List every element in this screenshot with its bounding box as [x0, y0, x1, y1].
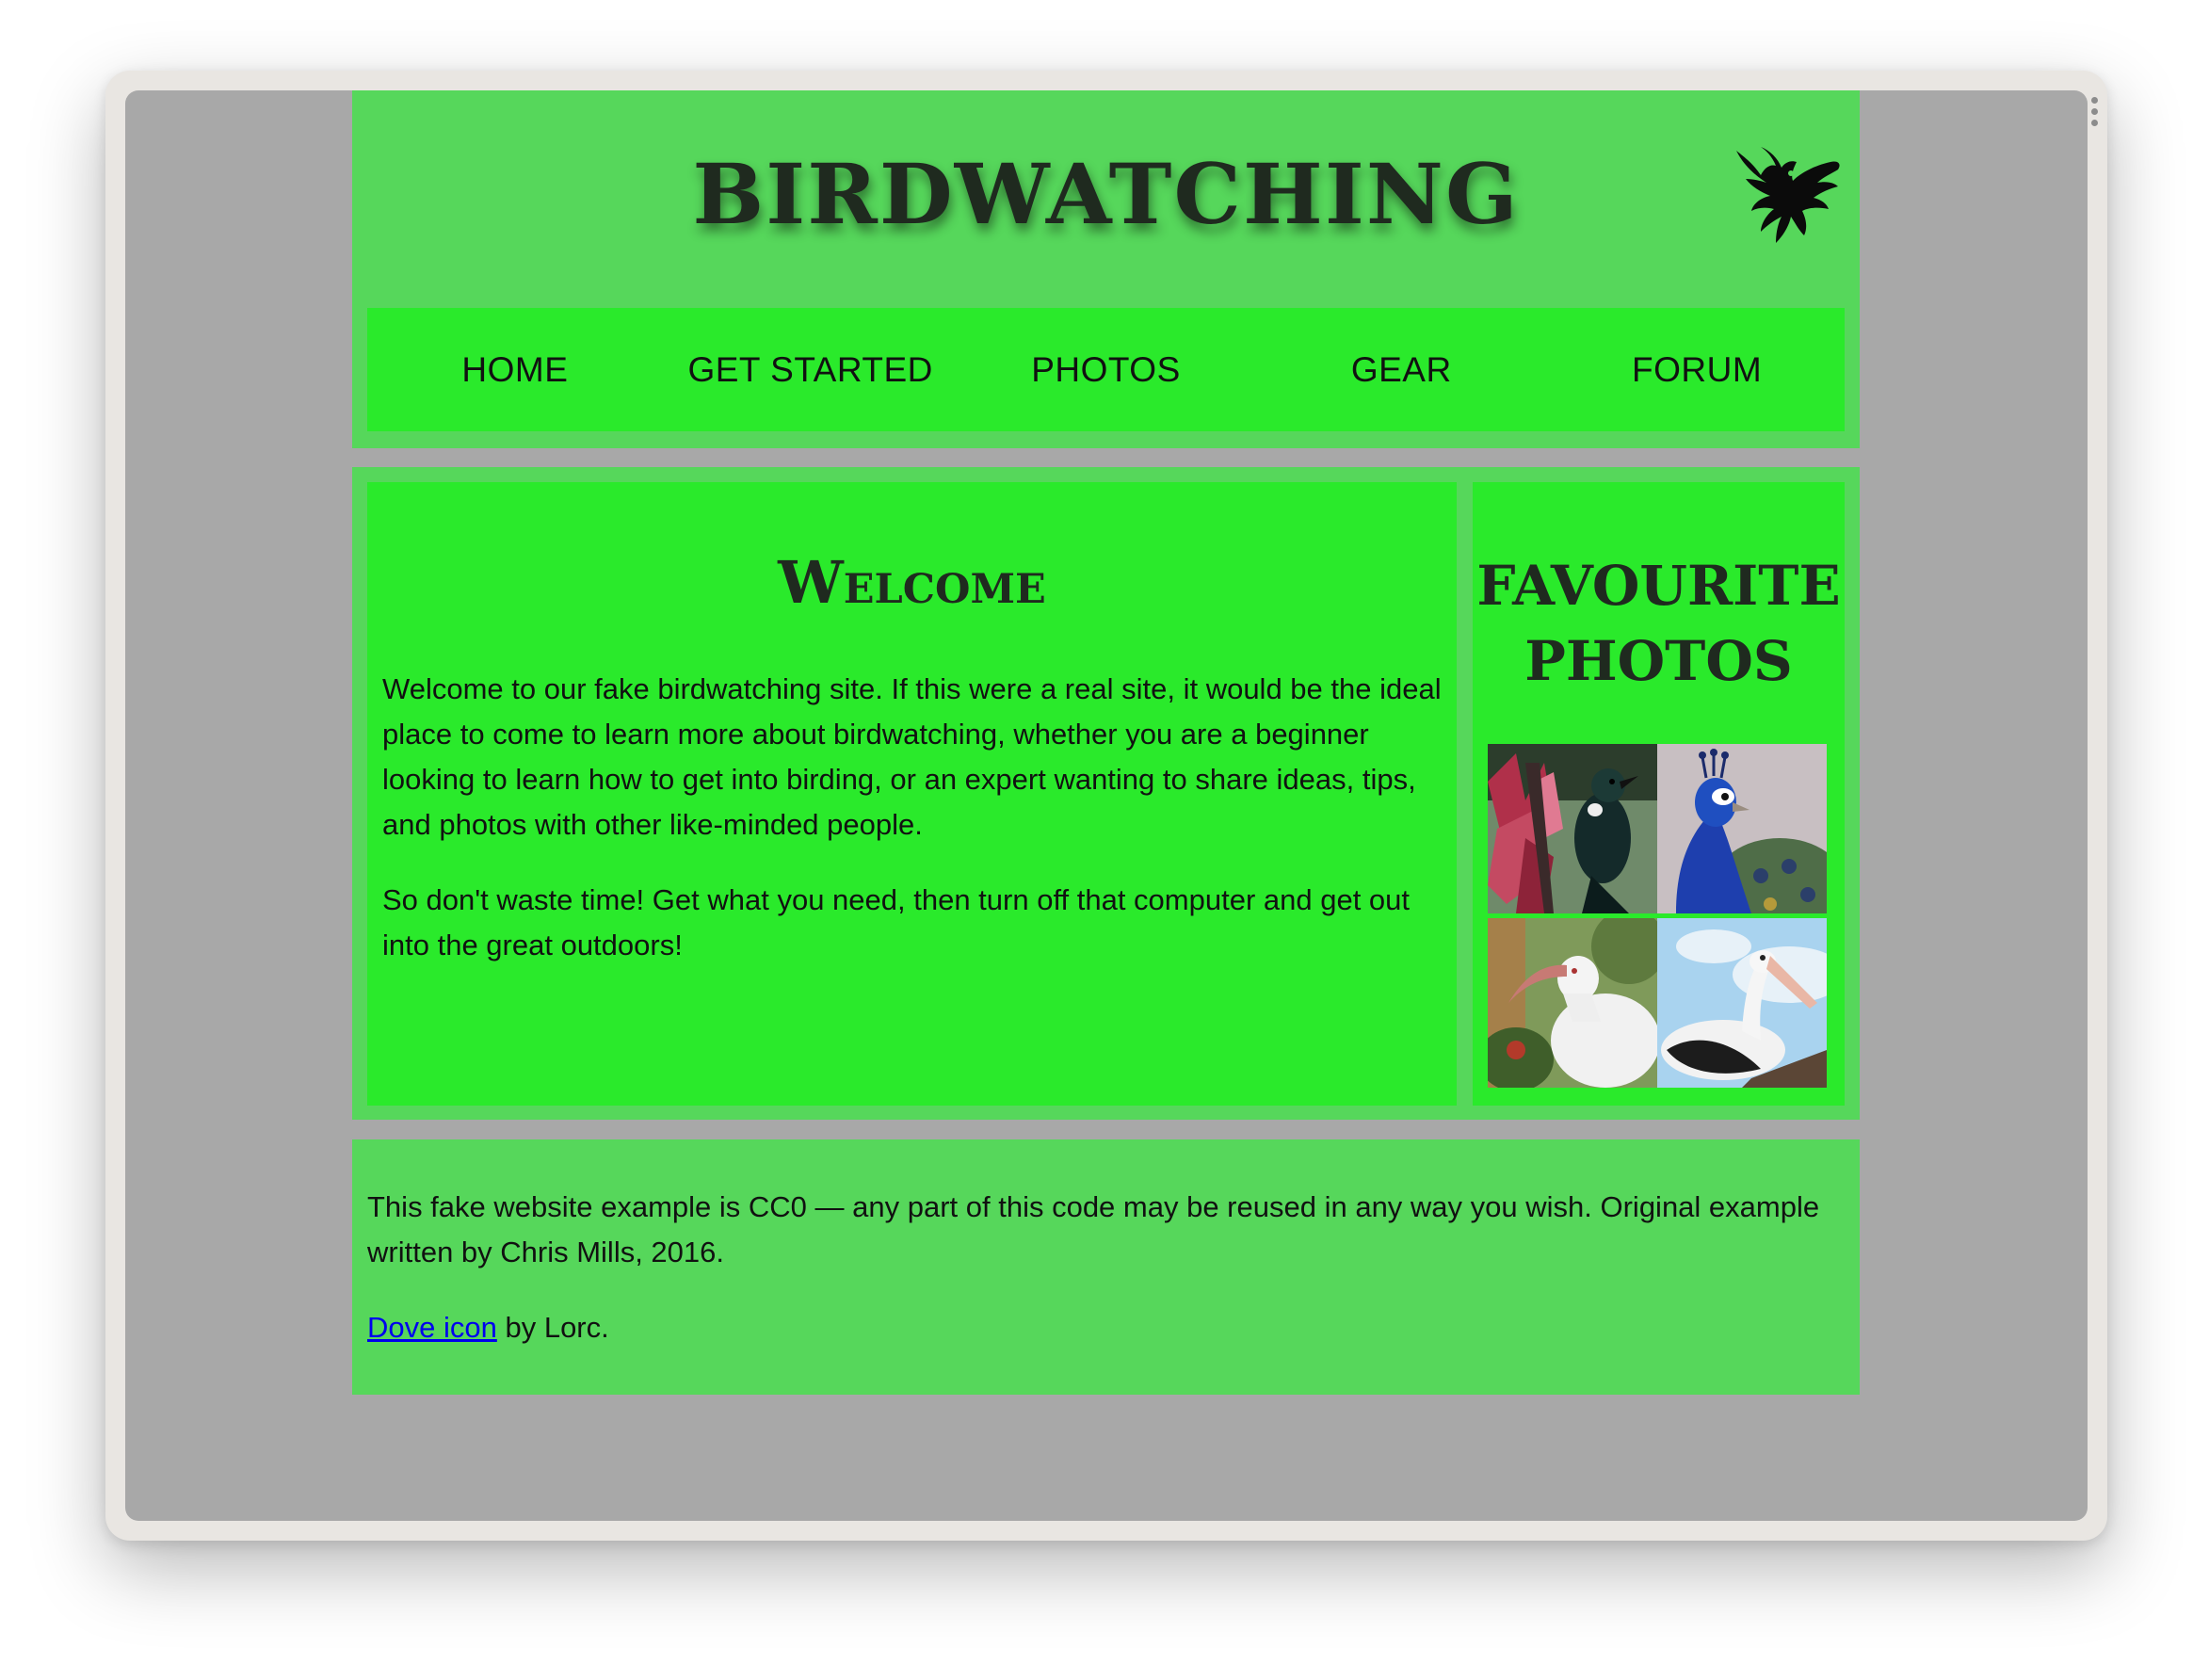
credit-line: Dove icon by Lorc. [367, 1305, 1836, 1350]
sidebar-heading: FAVOURITE PHOTOS [1476, 554, 1841, 693]
photo-peacock[interactable] [1657, 744, 1827, 913]
window-menu-handle[interactable] [2091, 97, 2099, 135]
browser-window: BIRDWATCHING HOME GET STARTED PHOTOS GEA… [105, 71, 2107, 1541]
sidebar: FAVOURITE PHOTOS [1473, 482, 1845, 1106]
article-body: Welcome to our fake birdwatching site. I… [382, 667, 1444, 998]
photo-pelican[interactable] [1657, 918, 1827, 1088]
photo-ibis[interactable] [1488, 918, 1657, 1088]
welcome-heading: Welcome [778, 548, 1046, 617]
article-paragraph: Welcome to our fake birdwatching site. I… [382, 672, 1442, 841]
content-section: Welcome Welcome to our fake birdwatching… [352, 467, 1860, 1120]
site-header: BIRDWATCHING HOME GET STARTED PHOTOS GEA… [352, 90, 1860, 448]
main-article: Welcome Welcome to our fake birdwatching… [367, 482, 1457, 1106]
nav-forum[interactable]: FORUM [1553, 350, 1842, 390]
nav-photos[interactable]: PHOTOS [961, 350, 1250, 390]
nav-get-started[interactable]: GET STARTED [666, 350, 955, 390]
credit-suffix: by Lorc. [496, 1311, 609, 1344]
main-nav: HOME GET STARTED PHOTOS GEAR FORUM [367, 308, 1845, 431]
photo-tui[interactable] [1488, 744, 1657, 913]
article-paragraph: So don't waste time! Get what you need, … [382, 883, 1411, 961]
dove-icon-credit-link[interactable]: Dove icon [367, 1311, 497, 1344]
site-footer: This fake website example is CC0 — any p… [352, 1139, 1860, 1395]
nav-home[interactable]: HOME [370, 350, 659, 390]
dove-icon [1733, 145, 1844, 250]
nav-gear[interactable]: GEAR [1257, 350, 1546, 390]
page-container: BIRDWATCHING HOME GET STARTED PHOTOS GEA… [352, 90, 1860, 1395]
license-notice: This fake website example is CC0 — any p… [367, 1190, 1820, 1268]
photo-grid [1488, 744, 1827, 1089]
site-title: BIRDWATCHING [692, 145, 1520, 243]
page-viewport[interactable]: BIRDWATCHING HOME GET STARTED PHOTOS GEA… [125, 90, 2088, 1521]
footer-text: This fake website example is CC0 — any p… [367, 1185, 1836, 1381]
